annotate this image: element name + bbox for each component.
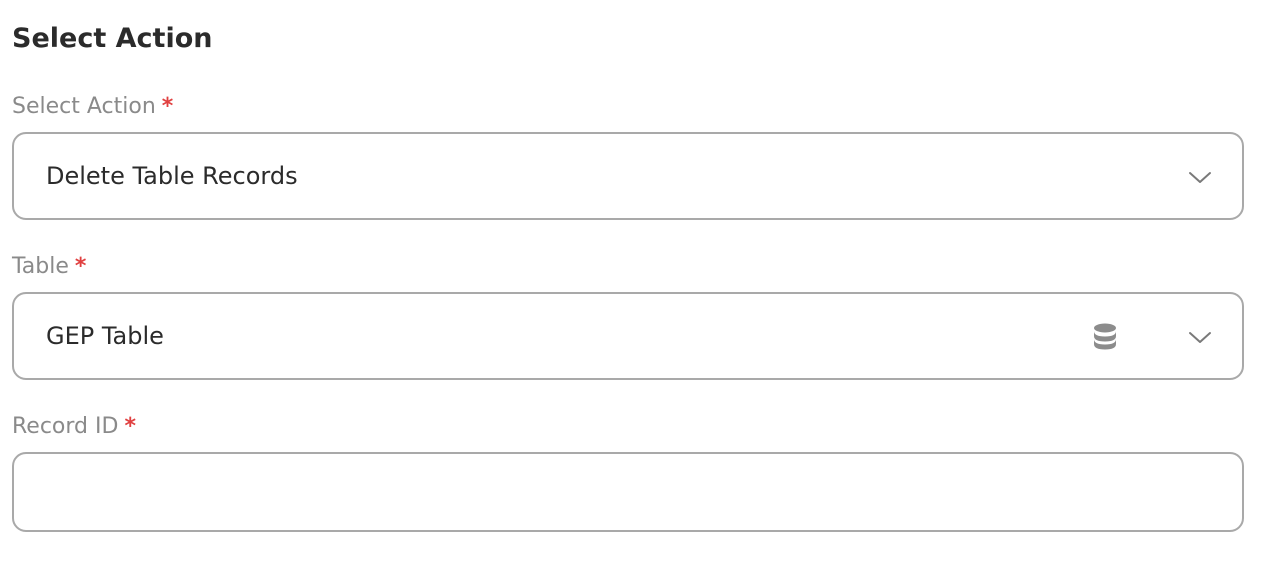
select-action-label: Select Action * <box>12 92 173 122</box>
table-dropdown[interactable]: GEP Table <box>12 292 1244 380</box>
record-id-label: Record ID * <box>12 412 136 442</box>
record-id-input[interactable] <box>12 452 1244 532</box>
table-label-text: Table <box>12 254 69 279</box>
required-asterisk: * <box>124 414 136 439</box>
database-icon[interactable] <box>1092 322 1118 350</box>
table-value: GEP Table <box>46 322 164 350</box>
required-asterisk: * <box>161 94 174 119</box>
select-action-dropdown[interactable]: Delete Table Records <box>12 132 1244 220</box>
chevron-down-icon <box>1189 332 1211 343</box>
chevron-down-icon <box>1189 172 1211 183</box>
table-label: Table * <box>12 252 86 282</box>
select-action-label-text: Select Action <box>12 94 156 119</box>
select-action-value: Delete Table Records <box>46 162 298 190</box>
page-title: Select Action <box>12 23 213 54</box>
required-asterisk: * <box>74 254 87 279</box>
record-id-label-text: Record ID <box>12 414 119 439</box>
